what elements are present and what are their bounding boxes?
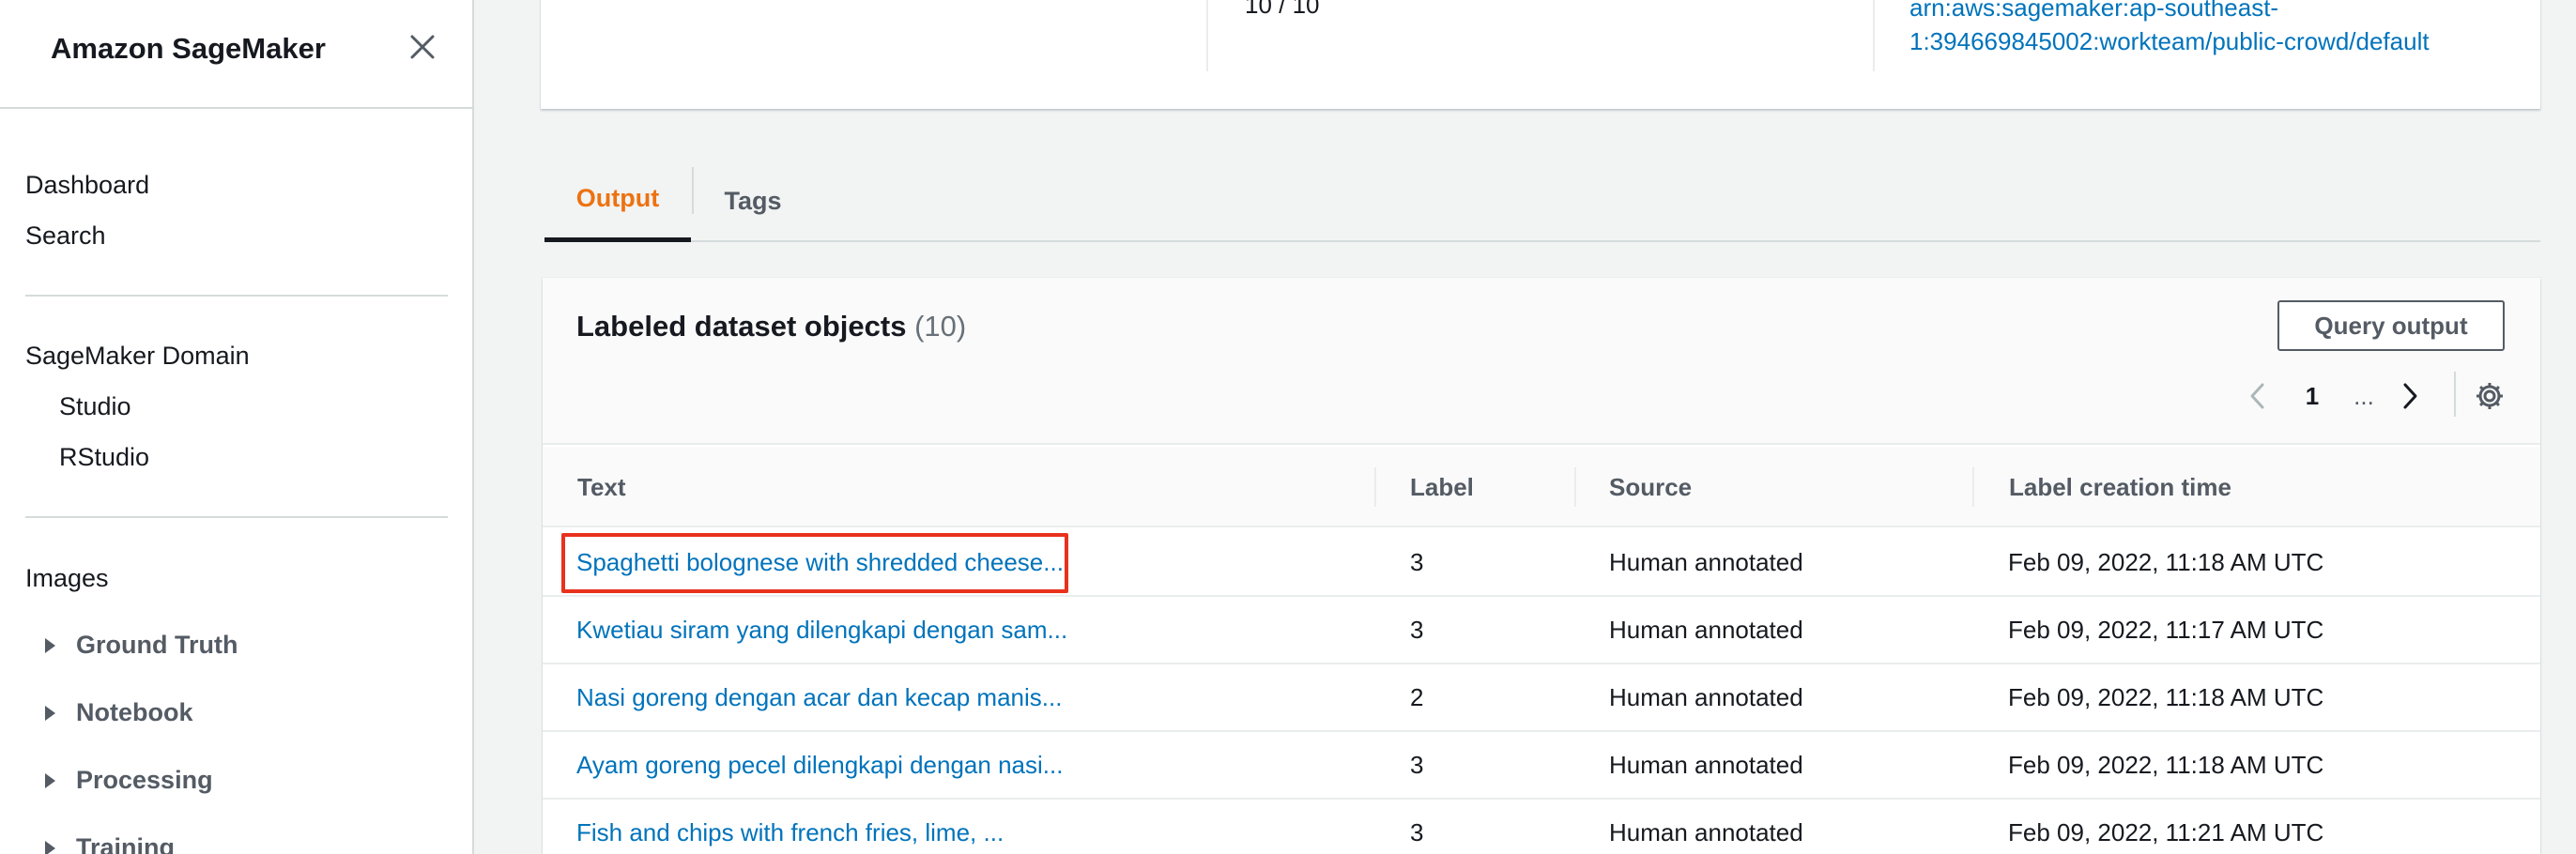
workteam-arn-link-line1[interactable]: arn:aws:sagemaker:ap-southeast- [1909,0,2278,24]
labeled-objects-value: 10 / 10 [1245,0,1320,19]
row-text-link[interactable]: Fish and chips with french fries, lime, … [576,800,1004,854]
table-row: Kwetiau siram yang dilengkapi dengan sam… [543,597,2540,664]
column-header-text[interactable]: Text [577,447,626,527]
pagination-divider [2454,372,2456,417]
panel-header: Labeled dataset objects (10) Query outpu… [543,278,2540,445]
column-separator [1873,0,1875,71]
row-source: Human annotated [1609,817,1803,846]
column-resizer[interactable] [1972,467,1974,507]
row-creation-time: Feb 09, 2022, 11:18 AM UTC [2008,682,2324,711]
pagination-ellipsis: ... [2354,381,2374,410]
sidebar-item-studio[interactable]: Studio [59,392,131,421]
tab-tags[interactable]: Tags [695,160,811,242]
sidebar-title: Amazon SageMaker [51,32,326,65]
sidebar-divider [25,295,448,297]
caret-right-icon [45,772,55,788]
query-output-button[interactable]: Query output [2277,300,2505,351]
sidebar-group-training[interactable]: Training [45,833,175,854]
row-label: 3 [1410,750,1424,779]
highlight-box [561,533,1068,593]
sidebar-group-label: Processing [76,766,213,794]
table-row: Ayam goreng pecel dilengkapi dengan nasi… [543,732,2540,800]
item-count: (10) [914,310,967,343]
row-text-link[interactable]: Nasi goreng dengan acar dan kecap manis.… [576,664,1062,730]
sidebar-item-rstudio[interactable]: RStudio [59,443,149,472]
chevron-right-icon[interactable] [2396,377,2424,415]
sidebar-group-processing[interactable]: Processing [45,766,213,795]
row-creation-time: Feb 09, 2022, 11:17 AM UTC [2008,615,2324,644]
column-header-label[interactable]: Label [1410,447,1474,527]
sidebar-section-images: Images [25,564,109,592]
panel-title-text: Labeled dataset objects [576,310,907,343]
sidebar-group-ground-truth[interactable]: Ground Truth [45,631,238,660]
sidebar-section-sagemaker-domain: SageMaker Domain [25,342,250,370]
pagination-current-page[interactable]: 1 [2298,377,2326,415]
labeled-dataset-objects-panel: Labeled dataset objects (10) Query outpu… [543,278,2540,854]
sidebar-divider [25,516,448,518]
row-label: 3 [1410,615,1424,644]
row-source: Human annotated [1609,682,1803,711]
sidebar-group-notebook[interactable]: Notebook [45,698,193,727]
table-row: Spaghetti bolognese with shredded cheese… [543,529,2540,597]
tab-separator [692,167,694,214]
sidebar-group-label: Notebook [76,698,193,726]
column-header-source[interactable]: Source [1609,447,1692,527]
row-text-link[interactable]: Ayam goreng pecel dilengkapi dengan nasi… [576,732,1063,798]
table-row: Fish and chips with french fries, lime, … [543,800,2540,854]
table-row: Nasi goreng dengan acar dan kecap manis.… [543,664,2540,732]
column-separator [1206,0,1208,71]
gear-icon[interactable] [2471,377,2508,415]
sidebar-header: Amazon SageMaker [0,0,472,109]
sidebar-group-label: Ground Truth [76,631,238,659]
column-resizer[interactable] [1574,467,1576,507]
row-label: 2 [1410,682,1424,711]
column-resizer[interactable] [1374,467,1376,507]
row-label: 3 [1410,547,1424,576]
chevron-left-icon[interactable] [2244,377,2272,415]
panel-title: Labeled dataset objects (10) [576,310,966,343]
sidebar-item-dashboard[interactable]: Dashboard [25,171,149,200]
row-source: Human annotated [1609,750,1803,779]
sidebar-group-label: Training [76,833,176,854]
job-summary-card: 10 / 10 arn:aws:sagemaker:ap-southeast- … [541,0,2540,109]
close-icon[interactable] [406,30,439,64]
row-creation-time: Feb 09, 2022, 11:18 AM UTC [2008,750,2324,779]
row-creation-time: Feb 09, 2022, 11:18 AM UTC [2008,547,2324,576]
sidebar-item-search[interactable]: Search [25,221,106,251]
caret-right-icon [45,705,55,721]
sidebar: Amazon SageMaker Dashboard Search SageMa… [0,0,474,854]
row-source: Human annotated [1609,547,1803,576]
row-label: 3 [1410,817,1424,846]
tab-output[interactable]: Output [544,160,691,242]
caret-right-icon [45,840,55,854]
workteam-arn-link-line2[interactable]: 1:394669845002:workteam/public-crowd/def… [1909,24,2430,58]
row-text-link[interactable]: Kwetiau siram yang dilengkapi dengan sam… [576,597,1067,663]
tab-bar: Output Tags [544,160,2540,242]
column-header-label-creation-time[interactable]: Label creation time [2009,447,2231,527]
row-source: Human annotated [1609,615,1803,644]
table-header: Text Label Source Label creation time [543,447,2540,527]
caret-right-icon [45,637,55,653]
row-creation-time: Feb 09, 2022, 11:21 AM UTC [2008,817,2324,846]
